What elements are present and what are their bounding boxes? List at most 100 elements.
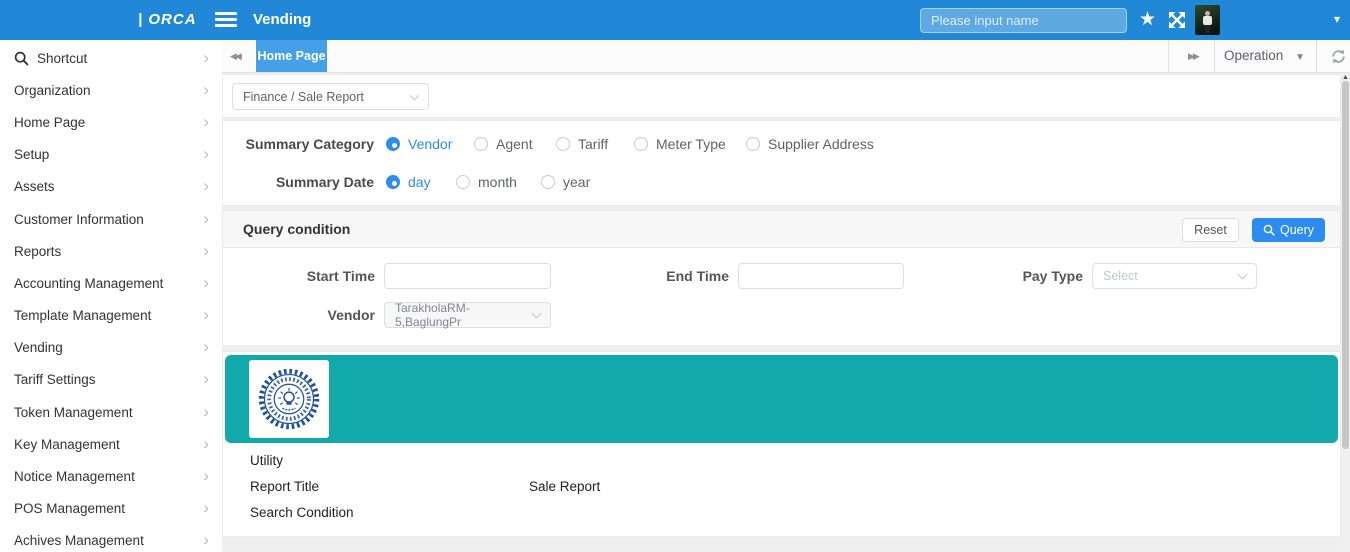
sidebar-item-key-management[interactable]: Key Management› (0, 428, 222, 460)
search-condition-label: Search Condition (250, 505, 354, 520)
radio-option-vendor[interactable]: Vendor (386, 132, 452, 156)
report-select-card: Finance / Sale Report (223, 75, 1340, 117)
chevron-down-icon (410, 90, 420, 100)
sidebar-item-customer-information[interactable]: Customer Information› (0, 203, 222, 235)
radio-icon (634, 137, 648, 151)
vendor-select-value: TarakholaRM-5,BaglungPr (395, 301, 526, 329)
chevron-right-icon: › (203, 81, 209, 98)
tabs-scroll-right-icon[interactable]: ▶▶ (1188, 40, 1198, 72)
sidebar-item-achives-management[interactable]: Achives Management› (0, 525, 222, 552)
report-type-select[interactable]: Finance / Sale Report (232, 83, 429, 110)
sidebar-item-label: Shortcut (37, 51, 203, 66)
radio-option-supplier-address[interactable]: Supplier Address (746, 132, 874, 156)
summary-date-row: Summary Date day month year (223, 170, 1340, 194)
menu-toggle-icon[interactable] (215, 12, 237, 28)
sidebar-item-setup[interactable]: Setup› (0, 139, 222, 171)
summary-category-label: Summary Category (223, 132, 374, 156)
operation-dropdown[interactable]: Operation ▼ (1224, 40, 1305, 72)
sidebar-item-token-management[interactable]: Token Management› (0, 396, 222, 428)
chevron-down-icon (1238, 270, 1248, 280)
fullscreen-icon[interactable] (1167, 10, 1187, 30)
refresh-icon[interactable] (1330, 48, 1347, 65)
chevron-right-icon: › (203, 403, 209, 420)
chevron-right-icon: › (203, 242, 209, 259)
utility-label: Utility (250, 453, 283, 468)
scrollbar-thumb[interactable] (1342, 81, 1349, 449)
radio-option-agent[interactable]: Agent (474, 132, 533, 156)
utility-seal-icon (252, 363, 326, 435)
favorite-star-icon[interactable]: ★ (1139, 8, 1156, 31)
query-condition-header: Query condition Reset Query (223, 211, 1340, 248)
radio-option-tariff[interactable]: Tariff (556, 132, 608, 156)
query-button[interactable]: Query (1252, 218, 1325, 242)
report-title-row: Report Title Sale Report (250, 479, 1310, 499)
pay-type-label: Pay Type (931, 263, 1083, 289)
chevron-right-icon: › (203, 177, 209, 194)
vendor-label: Vendor (223, 302, 375, 328)
main-content: Finance / Sale Report Summary Category V… (222, 73, 1350, 552)
pay-type-select[interactable]: Select (1092, 263, 1257, 289)
report-title-label: Report Title (250, 479, 319, 494)
radio-option-month[interactable]: month (456, 170, 517, 194)
summary-date-label: Summary Date (223, 170, 374, 194)
radio-option-year[interactable]: year (541, 170, 590, 194)
tab-bar: ◀◀ Home Page ▶▶ Operation ▼ (222, 40, 1350, 73)
sidebar-item-pos-management[interactable]: POS Management› (0, 493, 222, 525)
chevron-down-icon (532, 309, 542, 319)
sidebar-item-reports[interactable]: Reports› (0, 235, 222, 267)
tab-home-page[interactable]: Home Page (256, 40, 327, 72)
radio-icon (541, 175, 555, 189)
brand-logo: | ORCA (138, 0, 197, 40)
utility-logo (249, 360, 329, 438)
sidebar-item-home-page[interactable]: Home Page› (0, 106, 222, 138)
report-title-value: Sale Report (529, 479, 600, 494)
end-time-input[interactable] (738, 263, 904, 289)
sidebar-item-tariff-settings[interactable]: Tariff Settings› (0, 364, 222, 396)
divider (1214, 40, 1215, 72)
chevron-right-icon: › (203, 210, 209, 227)
report-type-select-value: Finance / Sale Report (243, 90, 364, 104)
user-menu-caret-icon[interactable]: ▾ (1334, 12, 1340, 26)
radio-icon (474, 137, 488, 151)
avatar[interactable] (1195, 5, 1220, 35)
sidebar-item-vending[interactable]: Vending› (0, 332, 222, 364)
query-condition-form: Start Time End Time Pay Type Select Vend… (223, 248, 1340, 345)
search-input[interactable] (920, 8, 1127, 33)
chevron-right-icon: › (203, 113, 209, 130)
app-title: Vending (253, 0, 311, 40)
chevron-right-icon: › (203, 531, 209, 548)
chevron-right-icon: › (203, 499, 209, 516)
sidebar-item-accounting-management[interactable]: Accounting Management› (0, 267, 222, 299)
utility-row: Utility (250, 453, 1310, 473)
sidebar-item-organization[interactable]: Organization› (0, 74, 222, 106)
summary-category-row: Summary Category Vendor Agent Tariff Met… (223, 132, 1340, 156)
radio-selected-icon (386, 175, 400, 189)
top-header: | ORCA Vending ★ ▾ (0, 0, 1350, 40)
radio-option-meter-type[interactable]: Meter Type (634, 132, 726, 156)
chevron-right-icon: › (203, 49, 209, 66)
radio-icon (456, 175, 470, 189)
search-icon (14, 51, 29, 66)
vendor-select[interactable]: TarakholaRM-5,BaglungPr (384, 302, 551, 328)
chevron-right-icon: › (203, 435, 209, 452)
chevron-right-icon: › (203, 145, 209, 162)
reset-button[interactable]: Reset (1182, 218, 1239, 242)
start-time-input[interactable] (384, 263, 551, 289)
chevron-right-icon: › (203, 274, 209, 291)
query-condition-title: Query condition (243, 211, 350, 248)
sidebar: Shortcut › Organization› Home Page› Setu… (0, 40, 222, 552)
sidebar-item-template-management[interactable]: Template Management› (0, 300, 222, 332)
chevron-down-icon: ▼ (1295, 52, 1305, 63)
start-time-label: Start Time (223, 263, 375, 289)
sidebar-item-shortcut[interactable]: Shortcut › (0, 42, 222, 74)
tabs-scroll-left-icon[interactable]: ◀◀ (230, 40, 240, 72)
radio-option-day[interactable]: day (386, 170, 431, 194)
divider (1168, 40, 1169, 72)
chevron-right-icon: › (203, 306, 209, 323)
vertical-scrollbar[interactable]: ▲ (1341, 73, 1350, 552)
report-preview-card: Utility Report Title Sale Report Search … (223, 352, 1340, 536)
search-icon (1263, 224, 1275, 236)
divider (1316, 40, 1317, 72)
sidebar-item-assets[interactable]: Assets› (0, 171, 222, 203)
sidebar-item-notice-management[interactable]: Notice Management› (0, 460, 222, 492)
